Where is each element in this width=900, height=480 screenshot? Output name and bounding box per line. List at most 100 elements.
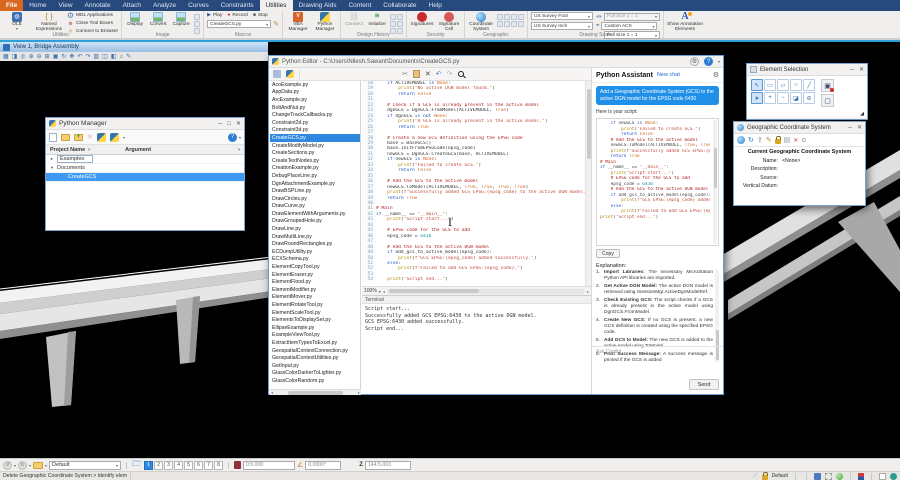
delete-icon[interactable]: ✕ <box>425 71 431 78</box>
zoom-level[interactable]: 100% <box>364 288 377 294</box>
close-button[interactable]: ✕ <box>859 66 864 73</box>
file-item[interactable]: CreateGCS.py <box>270 134 360 142</box>
view-toggle-button[interactable]: 2 <box>154 461 163 470</box>
gcs-titlebar[interactable]: Geographic Coordinate System ─ ✕ <box>734 122 865 134</box>
file-item[interactable]: CreateModifyModel.py <box>270 142 360 150</box>
geographic-mini-icon[interactable] <box>504 14 510 20</box>
scroll-left-icon[interactable]: ◂ <box>271 390 273 395</box>
tree-row[interactable]: ▾ Documents <box>46 164 244 173</box>
flag-icon[interactable] <box>858 473 864 480</box>
ribbon-tab[interactable]: Constraints <box>215 0 260 11</box>
select-block-icon[interactable]: ▭ <box>764 79 776 91</box>
view-toggle-button[interactable]: 7 <box>204 461 213 470</box>
file-item[interactable]: CreateTextNodes.py <box>270 157 360 165</box>
gcs-help-icon[interactable]: ⊙ <box>801 137 806 144</box>
view-previous-icon[interactable]: ↶ <box>77 54 82 60</box>
copy-button[interactable]: Copy <box>596 249 620 258</box>
fence-icon[interactable] <box>825 473 832 480</box>
ask-copilot-input[interactable]: Ask Copilot <box>592 346 723 372</box>
minimize-button[interactable]: ─ <box>218 121 222 127</box>
run-python-icon[interactable] <box>97 133 106 142</box>
ribbon-tab[interactable]: View <box>53 0 79 11</box>
problems-icon[interactable] <box>879 473 886 480</box>
zoom-out-icon[interactable]: ⊖ <box>37 54 42 60</box>
scroll-right-icon[interactable]: ▸ <box>358 390 360 395</box>
add-folder-icon[interactable]: + <box>74 134 83 141</box>
open-view-groups-icon[interactable]: 🗁 <box>132 458 142 472</box>
line-style-icon[interactable]: ⟋ <box>753 473 757 480</box>
capture-button[interactable]: Capture <box>171 12 191 27</box>
rotate-view-icon[interactable]: ↻ <box>61 54 66 60</box>
file-item[interactable]: ArcExample.py <box>270 96 360 104</box>
new-script-icon[interactable] <box>49 133 57 142</box>
file-item[interactable]: DebugPlaceLine.py <box>270 172 360 180</box>
file-item[interactable]: ElementMover.py <box>270 294 360 302</box>
cut-icon[interactable]: ✂ <box>402 71 408 78</box>
ribbon-tab[interactable]: Help <box>423 0 448 11</box>
file-item[interactable]: ExtractItemTypesToExcel.py <box>270 339 360 347</box>
remove-icon[interactable]: ✕ <box>87 133 93 141</box>
ribbon-tab[interactable]: Collaborate <box>377 0 422 11</box>
file-item[interactable]: ExampleViewTool.py <box>270 332 360 340</box>
design-history-mini-icon[interactable] <box>397 14 403 20</box>
gcs-export-icon[interactable]: ⇪ <box>757 136 763 144</box>
filter-icon[interactable]: ▼ <box>87 147 91 152</box>
initialize-button[interactable]: ⊞Initialize <box>367 12 387 27</box>
chevron-down-icon[interactable]: ▾ <box>29 463 31 468</box>
view-titlebar[interactable]: View 1, Bridge Assembly <box>0 42 268 52</box>
snap-mode-label[interactable]: Default <box>772 473 788 479</box>
view-toggle-button[interactable]: 1 <box>144 461 153 470</box>
ole-button[interactable]: ◍OLE▾ <box>3 12 31 31</box>
ribbon-tab[interactable]: Analyze <box>147 0 182 11</box>
select-circle-icon[interactable]: ○ <box>790 79 802 91</box>
chevron-down-icon[interactable]: ▾ <box>718 59 720 64</box>
save-status-icon[interactable] <box>814 473 821 480</box>
ribbon-tab[interactable]: Curves <box>182 0 215 11</box>
accudraw-angle-field[interactable]: 0.0000° <box>305 461 341 470</box>
select-individual-icon[interactable]: ↖ <box>751 79 763 91</box>
file-item[interactable]: DgnAttachmentExample.py <box>270 180 360 188</box>
file-item[interactable]: Constraint3d.py <box>270 127 360 135</box>
column-argument[interactable]: Argument <box>125 147 151 153</box>
history-back-button[interactable]: ↺ <box>3 461 12 470</box>
file-item[interactable]: DrawCurve.py <box>270 203 360 211</box>
view-next-icon[interactable]: ↷ <box>85 54 90 60</box>
show-annotation-elements-button[interactable]: AShow Annotation Elements <box>667 12 703 32</box>
chevron-down-icon[interactable]: ▾ <box>14 463 16 468</box>
select-line-icon[interactable]: ╱ <box>803 79 815 91</box>
file-item[interactable]: ElementRotateTool.py <box>270 301 360 309</box>
editor-settings-icon[interactable]: ⚙ <box>690 57 699 66</box>
connection-status-icon[interactable] <box>890 473 897 480</box>
minimize-button[interactable]: ─ <box>850 67 854 73</box>
ribbon-tab[interactable]: Drawing Aids <box>293 0 343 11</box>
chevron-down-icon[interactable]: ▾ <box>379 289 381 294</box>
design-history-mini-icon[interactable] <box>397 21 403 27</box>
annotation-scale-combo[interactable]: Full Size 1 = 1▾ <box>604 13 660 21</box>
file-item[interactable]: DrawMultiLine.py <box>270 233 360 241</box>
gcs-from-file-icon[interactable]: ↻ <box>748 136 754 144</box>
chevron-down-icon[interactable]: ▾ <box>123 135 125 140</box>
zoom-in-icon[interactable]: ⊕ <box>29 54 34 60</box>
file-item[interactable]: EllipseExample.py <box>270 324 360 332</box>
paste-icon[interactable] <box>413 70 420 78</box>
send-button[interactable]: Send <box>689 379 719 390</box>
open-folder-icon[interactable] <box>61 134 70 141</box>
accudraw-x-field[interactable]: 0:0.000 <box>243 461 295 470</box>
gcs-edit-icon[interactable]: ✎ <box>766 136 772 144</box>
file-item[interactable]: ElementsToDisplaySet.py <box>270 316 360 324</box>
pan-view-icon[interactable]: ✥ <box>69 54 74 60</box>
code-editor[interactable]: 18 if ACTIVEMODEL is None: 19 print("No … <box>362 81 591 286</box>
file-item[interactable]: CreationExample.py <box>270 165 360 173</box>
find-icon[interactable] <box>458 71 464 77</box>
file-item[interactable]: ElementCopyTool.py <box>270 263 360 271</box>
coordinate-system-button[interactable]: Coordinate System <box>468 12 494 32</box>
signature-cell-button[interactable]: Signature Cell <box>437 12 461 32</box>
minimize-button[interactable]: ─ <box>848 125 852 131</box>
unit-combo-sub[interactable]: US Survey Inch▾ <box>531 22 593 30</box>
copy-view-icon[interactable]: ▥ <box>93 54 99 60</box>
saved-views-icon[interactable]: ⌂ <box>120 54 124 60</box>
file-item[interactable]: ElementFlood.py <box>270 278 360 286</box>
view-toggle-button[interactable]: 5 <box>184 461 193 470</box>
geographic-mini-icon[interactable] <box>511 14 517 20</box>
resize-grip-icon[interactable]: ◢ <box>860 111 864 117</box>
